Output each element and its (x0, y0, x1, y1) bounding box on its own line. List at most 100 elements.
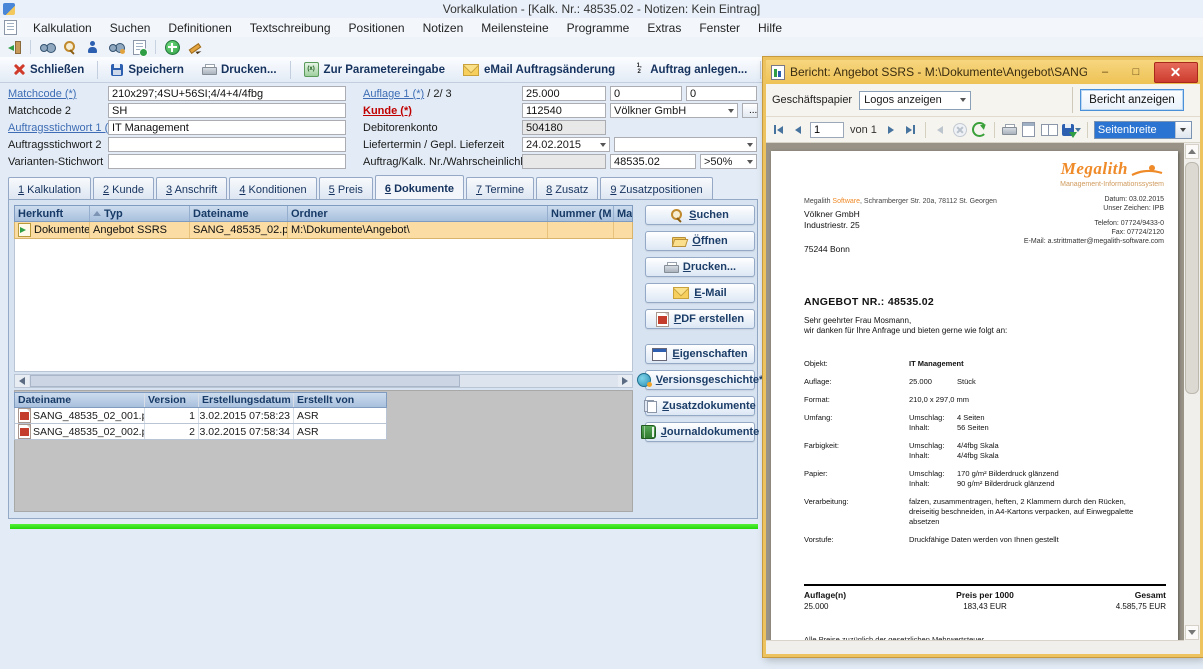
print-layout-button[interactable] (1021, 121, 1037, 139)
scroll-down-button[interactable] (1185, 625, 1199, 640)
scroll-up-button[interactable] (1185, 144, 1199, 159)
scrollbar-track[interactable] (29, 375, 618, 387)
print-button[interactable] (1001, 121, 1017, 139)
auftrag-anlegen-button[interactable]: 1,2Auftrag anlegen... (625, 60, 755, 79)
menu-definitionen[interactable]: Definitionen (160, 19, 239, 37)
tab-zusatzpositionen[interactable]: 9 Zusatzpositionen (600, 177, 712, 199)
menu-programme[interactable]: Programme (559, 19, 638, 37)
tab-zusatz[interactable]: 8 Zusatz (536, 177, 598, 199)
wahrscheinlichkeit-combo[interactable]: >50% (700, 154, 757, 169)
exit-button[interactable] (4, 38, 24, 56)
pdf-erstellen-button[interactable]: PDF erstellen (645, 309, 755, 329)
document-check-button[interactable] (129, 38, 149, 56)
auflage1-input[interactable] (522, 86, 606, 101)
column-header-herkunft[interactable]: Herkunft (15, 206, 90, 221)
browse-button[interactable] (37, 38, 57, 56)
close-button[interactable] (1154, 62, 1198, 83)
auflage2-input[interactable] (610, 86, 682, 101)
auftragsstichwort1-label[interactable]: Auftragsstichwort 1 (*) (8, 122, 116, 134)
tab-kalkulation[interactable]: 1 Kalkulation (8, 177, 91, 199)
email-auftragsaenderung-button[interactable]: eMail Auftragsänderung (455, 61, 623, 79)
refresh-button[interactable] (972, 121, 988, 139)
stop-button[interactable] (952, 121, 968, 139)
suchen-button[interactable]: Suchen (645, 205, 755, 225)
version-row[interactable]: SANG_48535_02_002.pdf 2 03.02.2015 07:58… (14, 424, 387, 440)
column-header-typ[interactable]: Typ (90, 206, 190, 221)
chevron-down-icon[interactable] (743, 155, 756, 168)
last-page-button[interactable] (903, 121, 919, 139)
maximize-button[interactable]: □ (1123, 63, 1149, 81)
menu-textschreibung[interactable]: Textschreibung (242, 19, 339, 37)
varianten-stichwort-input[interactable] (108, 154, 346, 169)
matchcode-input[interactable] (108, 86, 346, 101)
tab-anschrift[interactable]: 3 Anschrift (156, 177, 227, 199)
document-row-selected[interactable]: Dokumente Angebot SSRS SANG_48535_02.pdf… (14, 222, 633, 239)
minimize-button[interactable]: – (1092, 63, 1118, 81)
menu-extras[interactable]: Extras (639, 19, 689, 37)
column-header-erstellt-von[interactable]: Erstellt von (294, 393, 386, 407)
chevron-down-icon[interactable] (1175, 122, 1191, 138)
column-header-version[interactable]: Version (145, 393, 199, 407)
auftragsstichwort1-input[interactable] (108, 120, 346, 135)
menu-fenster[interactable]: Fenster (691, 19, 748, 37)
column-header-dateiname[interactable]: Dateiname (190, 206, 288, 221)
auftragsstichwort2-input[interactable] (108, 137, 346, 152)
export-button[interactable] (1062, 121, 1081, 139)
column-header-dateiname[interactable]: Dateiname (15, 393, 145, 407)
scrollbar-thumb[interactable] (1185, 162, 1199, 394)
auflage-link[interactable]: Auflage 1 (*) (363, 88, 424, 100)
version-row[interactable]: SANG_48535_02_001.pdf 1 03.02.2015 07:58… (14, 408, 387, 424)
oeffnen-button[interactable]: Öffnen (645, 231, 755, 251)
menu-hilfe[interactable]: Hilfe (750, 19, 790, 37)
auflage3-input[interactable] (686, 86, 757, 101)
tab-dokumente[interactable]: 6 Dokumente (375, 175, 464, 199)
drucken-button[interactable]: Drucken... (194, 61, 285, 79)
scroll-left-button[interactable] (15, 375, 29, 387)
tab-konditionen[interactable]: 4 Konditionen (229, 177, 316, 199)
column-header-erstellungsdatum[interactable]: Erstellungsdatum (199, 393, 294, 407)
horizontal-scroll-strip[interactable] (766, 640, 1184, 654)
page-setup-button[interactable] (1041, 121, 1058, 139)
tab-termine[interactable]: 7 Termine (466, 177, 534, 199)
liefertermin-combo[interactable]: 24.02.2015 (522, 137, 610, 152)
scrollbar-thumb[interactable] (30, 375, 460, 387)
parametereingabe-button[interactable]: Zur Parametereingabe (296, 59, 453, 80)
back-button[interactable] (932, 121, 948, 139)
versionsgeschichte-button[interactable]: Versionsgeschichte* (645, 370, 755, 390)
menu-suchen[interactable]: Suchen (102, 19, 159, 37)
eigenschaften-button[interactable]: Eigenschaften (645, 344, 755, 364)
menu-positionen[interactable]: Positionen (341, 19, 413, 37)
first-page-button[interactable] (770, 121, 786, 139)
next-page-button[interactable] (883, 121, 899, 139)
kunde-lookup-button[interactable]: ... (742, 103, 758, 118)
lieferzeit-combo[interactable] (614, 137, 757, 152)
kunde-name-combo[interactable]: Völkner GmbH (610, 103, 738, 118)
menu-meilensteine[interactable]: Meilensteine (473, 19, 556, 37)
kunde-label[interactable]: Kunde (*) (363, 105, 412, 117)
chevron-down-icon[interactable] (743, 138, 756, 151)
zoom-combo[interactable]: Seitenbreite (1094, 121, 1192, 139)
add-button[interactable] (162, 38, 182, 56)
drucken-button[interactable]: Drucken... (645, 257, 755, 277)
tab-preis[interactable]: 5 Preis (319, 177, 373, 199)
speichern-button[interactable]: Speichern (103, 61, 192, 79)
tab-kunde[interactable]: 2 Kunde (93, 177, 154, 199)
previous-page-button[interactable] (790, 121, 806, 139)
kunde-nr-input[interactable] (522, 103, 606, 118)
schliessen-button[interactable]: Schließen (6, 61, 92, 79)
matchcode2-input[interactable] (108, 103, 346, 118)
system-menu-icon[interactable] (4, 20, 17, 35)
search-button[interactable] (60, 38, 80, 56)
chevron-down-icon[interactable] (596, 138, 609, 151)
matchcode-label[interactable]: Matchcode (*) (8, 88, 76, 100)
column-header-nummer[interactable]: Nummer (M (548, 206, 614, 221)
geschaeftspapier-select[interactable]: Logos anzeigen (859, 91, 971, 110)
kalk-nr-input[interactable] (610, 154, 696, 169)
column-header-mandant[interactable]: Mand (614, 206, 632, 221)
advanced-search-button[interactable] (106, 38, 126, 56)
page-number-input[interactable] (810, 122, 844, 138)
edit-button[interactable] (185, 38, 205, 56)
scroll-right-button[interactable] (618, 375, 632, 387)
chevron-down-icon[interactable] (724, 104, 737, 117)
journaldokumente-button[interactable]: Journaldokumente (645, 422, 755, 442)
